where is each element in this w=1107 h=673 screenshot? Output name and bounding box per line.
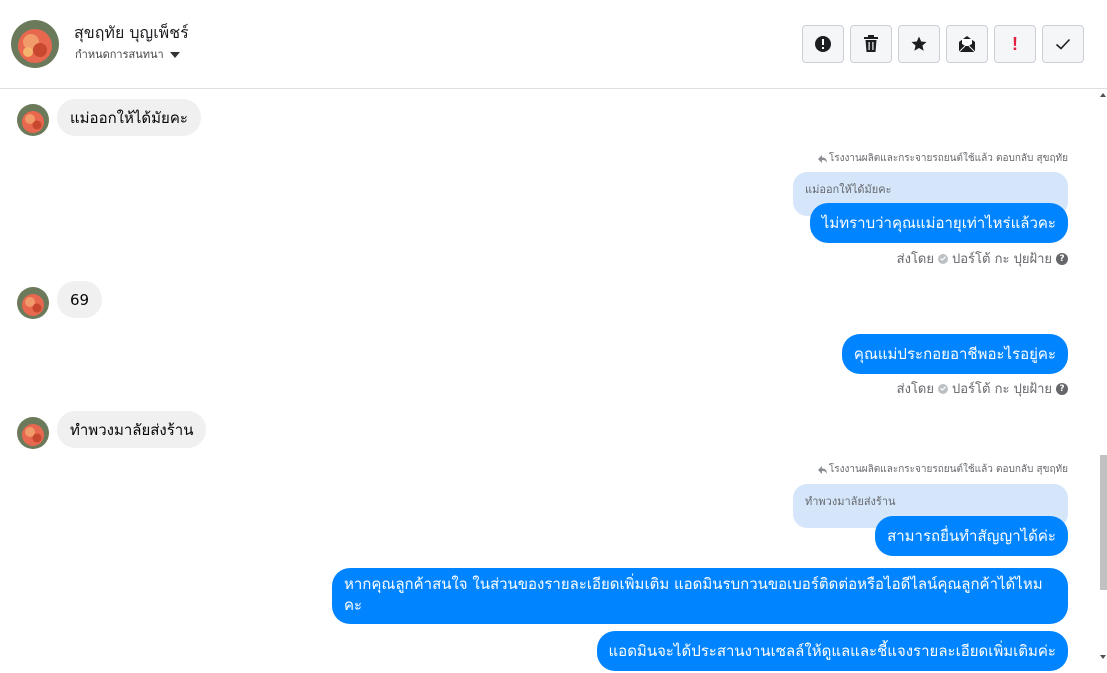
reply-indicator-text: โรงงานผลิตและกระจายรถยนต์ใช้แล้ว ตอบกลับ… [828, 464, 1068, 475]
mark-important-button[interactable]: ! [994, 25, 1036, 63]
check-circle-icon [938, 253, 948, 264]
help-icon[interactable]: ? [1056, 382, 1068, 395]
sender-avatar[interactable] [17, 417, 49, 449]
star-icon [911, 36, 927, 51]
checkmark-icon [1055, 38, 1071, 50]
sender-name[interactable]: ปอร์โต้ กะ ปุยฝ้าย [952, 378, 1052, 399]
outgoing-message[interactable]: หากคุณลูกค้าสนใจ ในส่วนของรายละเอียดเพิ่… [332, 568, 1068, 624]
delete-button[interactable] [850, 25, 892, 63]
outgoing-message[interactable]: สามารถยื่นทำสัญญาได้ค่ะ [875, 516, 1068, 556]
sent-by-label: ส่งโดย [896, 382, 934, 397]
sender-name[interactable]: ปอร์โต้ กะ ปุยฝ้าย [952, 248, 1052, 269]
caret-down-icon [169, 52, 180, 58]
contact-name: สุขฤทัย บุญเพ็ชร์ [74, 23, 189, 42]
star-button[interactable] [898, 25, 940, 63]
contact-avatar[interactable] [11, 20, 59, 68]
trash-icon [864, 35, 878, 52]
report-button[interactable] [802, 25, 844, 63]
help-icon[interactable]: ? [1056, 252, 1068, 265]
reply-indicator: โรงงานผลิตและกระจายรถยนต์ใช้แล้ว ตอบกลับ… [817, 462, 1068, 477]
mark-done-button[interactable] [1042, 25, 1084, 63]
sender-avatar[interactable] [17, 287, 49, 319]
open-envelope-icon [958, 36, 976, 53]
conversation-settings-label: กำหนดการสนทนา [75, 48, 164, 61]
conversation-header: สุขฤทัย บุญเพ็ชร์ กำหนดการสนทนา ! [0, 0, 1107, 89]
scroll-up-arrow-icon[interactable] [1100, 93, 1106, 97]
check-circle-icon [938, 383, 948, 394]
outgoing-message[interactable]: คุณแม่ประกอยอาชีพอะไรอยู่คะ [841, 334, 1068, 374]
incoming-message[interactable]: 69 [57, 281, 103, 318]
reply-arrow-icon [817, 154, 827, 163]
scrollbar-thumb[interactable] [1100, 455, 1107, 590]
outgoing-message[interactable]: แอดมินจะได้ประสานงานเซลล์ให้ดูแลและชี้แจ… [596, 631, 1068, 671]
mark-unread-button[interactable] [946, 25, 988, 63]
incoming-message[interactable]: ทำพวงมาลัยส่งร้าน [57, 411, 207, 448]
reply-indicator: โรงงานผลิตและกระจายรถยนต์ใช้แล้ว ตอบกลับ… [817, 151, 1068, 166]
reply-indicator-text: โรงงานผลิตและกระจายรถยนต์ใช้แล้ว ตอบกลับ… [828, 153, 1068, 164]
incoming-message[interactable]: แม่ออกให้ได้มัยคะ [57, 99, 201, 136]
sent-by-line: ส่งโดย ปอร์โต้ กะ ปุยฝ้าย ? [897, 378, 1068, 399]
reply-arrow-icon [817, 465, 827, 474]
important-icon: ! [1012, 33, 1018, 54]
outgoing-message[interactable]: ไม่ทราบว่าคุณแม่อายุเท่าไหร่แล้วคะ [809, 203, 1068, 243]
conversation-settings-dropdown[interactable]: กำหนดการสนทนา [75, 45, 180, 63]
header-toolbar: ! [802, 25, 1084, 63]
scroll-down-arrow-icon[interactable] [1100, 655, 1106, 659]
alert-circle-icon [815, 36, 831, 52]
message-thread: แม่ออกให้ได้มัยคะ โรงงานผลิตและกระจายรถย… [0, 90, 1100, 673]
sent-by-line: ส่งโดย ปอร์โต้ กะ ปุยฝ้าย ? [897, 248, 1068, 269]
sent-by-label: ส่งโดย [896, 252, 934, 267]
sender-avatar[interactable] [17, 104, 49, 136]
